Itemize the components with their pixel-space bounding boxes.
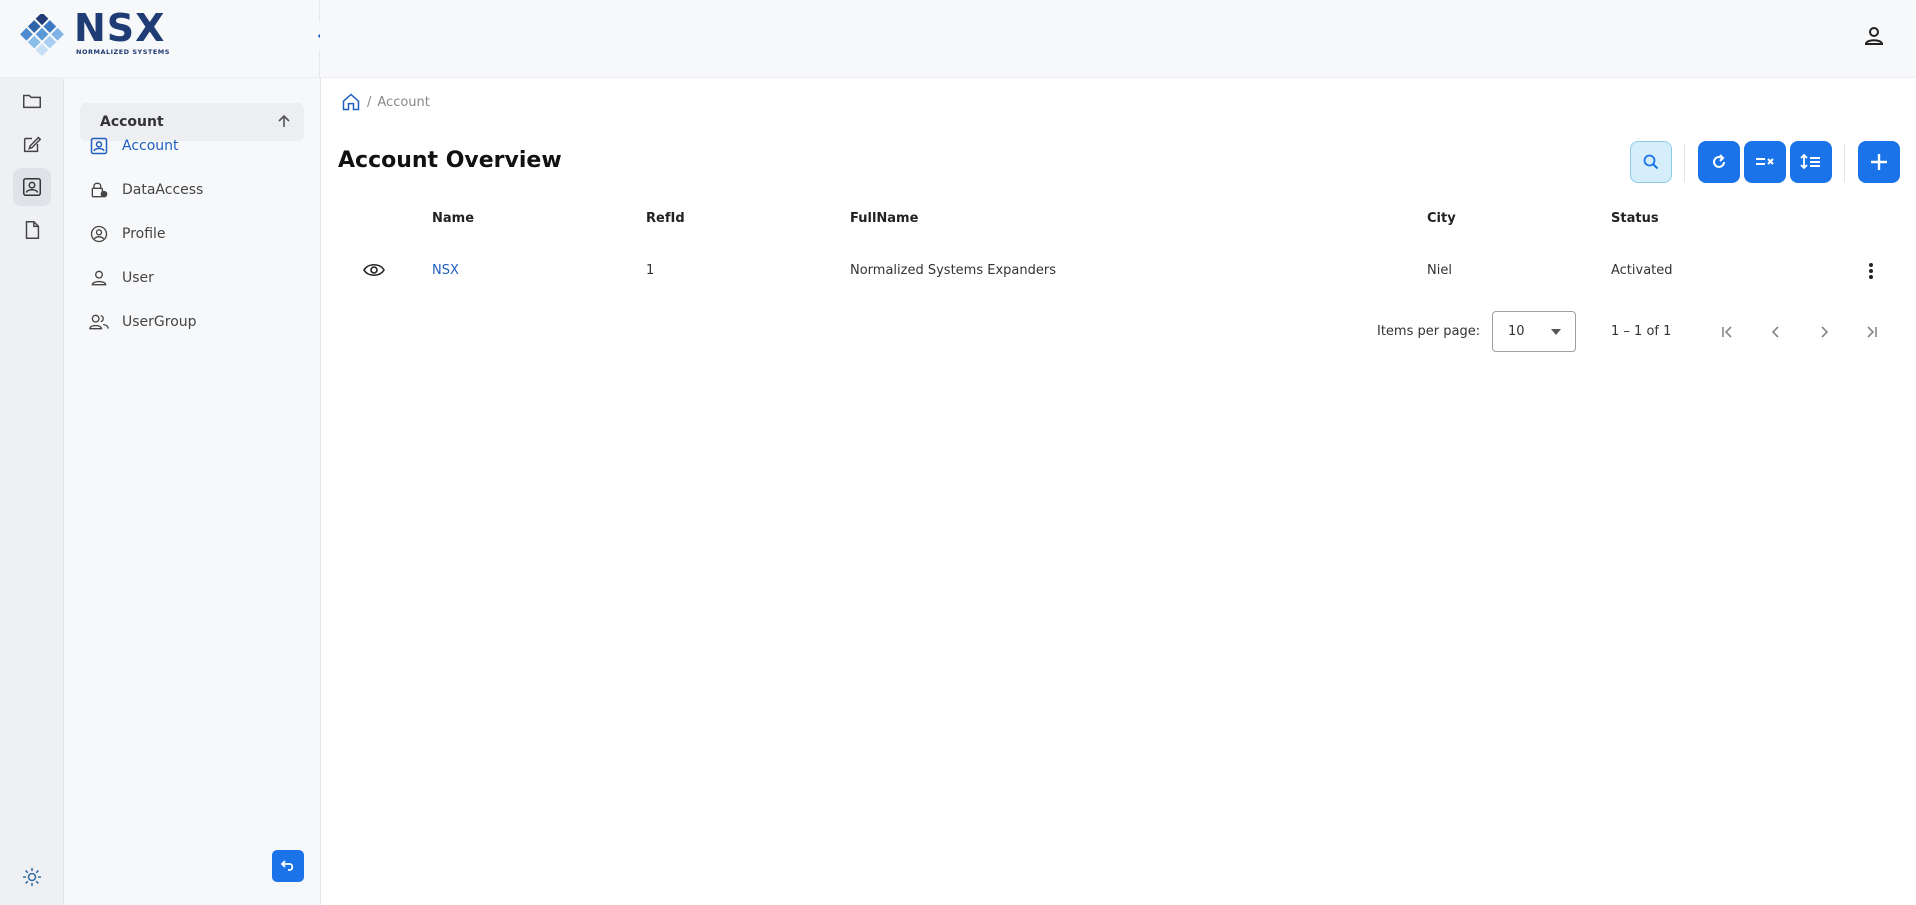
sidebar-item-label: DataAccess [122, 182, 204, 198]
lock-person-icon [88, 179, 110, 201]
last-page-button[interactable] [1859, 320, 1883, 344]
sidebar-item-user[interactable]: User [88, 264, 154, 292]
chevron-right-icon [1821, 326, 1829, 338]
column-header-city[interactable]: City [1427, 211, 1456, 226]
column-header-status[interactable]: Status [1611, 211, 1659, 226]
sidebar-item-profile[interactable]: Profile [88, 220, 166, 248]
back-button[interactable] [272, 850, 304, 882]
rail-item-document[interactable] [13, 211, 51, 249]
account-box-icon [88, 135, 110, 157]
add-icon [1871, 154, 1887, 170]
secondary-sidebar: Account Account DataAccess Profile User … [64, 78, 321, 905]
sort-icon [1800, 153, 1820, 170]
cell-status: Activated [1611, 263, 1673, 278]
search-button[interactable] [1630, 141, 1672, 183]
sidebar-item-account[interactable]: Account [88, 132, 179, 160]
next-page-button[interactable] [1812, 320, 1836, 344]
more-vert-icon [1869, 263, 1873, 279]
person-icon [1864, 27, 1884, 45]
filter-clear-icon [1756, 158, 1774, 165]
page-range-label: 1 – 1 of 1 [1611, 324, 1672, 339]
eye-icon [363, 263, 385, 277]
column-header-refid[interactable]: RefId [646, 211, 685, 226]
row-actions-button[interactable] [1866, 260, 1876, 282]
refresh-button[interactable] [1698, 141, 1740, 183]
sidebar-item-label: UserGroup [122, 314, 197, 330]
user-icon [88, 267, 110, 289]
table-header: Name RefId FullName City Status [321, 205, 1916, 235]
table-row[interactable]: NSX 1 Normalized Systems Expanders Niel … [321, 254, 1916, 288]
search-icon [1643, 154, 1659, 170]
logo-area: NSX NORMALIZED SYSTEMS [0, 0, 320, 78]
sidebar-item-label: User [122, 270, 154, 286]
items-per-page-select[interactable]: 10 [1492, 311, 1576, 352]
cell-city: Niel [1427, 263, 1452, 278]
settings-gear-icon [23, 868, 41, 886]
top-bar [320, 0, 1916, 78]
sidebar-item-usergroup[interactable]: UserGroup [88, 308, 197, 336]
items-per-page-value: 10 [1508, 324, 1525, 339]
account-box-icon [23, 178, 41, 196]
breadcrumb: / Account [341, 91, 430, 113]
refresh-icon [1713, 154, 1725, 168]
brand-name: NSX [74, 6, 166, 50]
nsx-logo-mark [20, 14, 64, 56]
clear-filter-button[interactable] [1744, 141, 1786, 183]
sidebar-item-dataaccess[interactable]: DataAccess [88, 176, 203, 204]
last-page-icon [1867, 326, 1877, 338]
breadcrumb-separator: / [367, 94, 372, 110]
home-icon[interactable] [341, 92, 361, 112]
previous-page-button[interactable] [1764, 320, 1788, 344]
sidebar-item-label: Account [122, 138, 179, 154]
first-page-button[interactable] [1716, 320, 1740, 344]
sort-button[interactable] [1790, 141, 1832, 183]
undo-arrow-icon [280, 860, 294, 871]
sidebar-item-label: Profile [122, 226, 166, 242]
rail-item-edit[interactable] [13, 125, 51, 163]
view-row-button[interactable] [363, 261, 385, 279]
cell-fullname: Normalized Systems Expanders [850, 263, 1056, 278]
folder-icon [23, 94, 41, 109]
edit-icon [23, 136, 42, 153]
page-title: Account Overview [338, 148, 562, 173]
first-page-icon [1722, 326, 1732, 338]
user-menu-button[interactable] [1862, 24, 1886, 48]
toolbar-divider [1844, 144, 1845, 182]
rail-item-account[interactable] [13, 168, 51, 206]
sidebar-section-title: Account [100, 114, 164, 130]
paginator: Items per page: 10 1 – 1 of 1 [321, 311, 1916, 353]
column-header-name[interactable]: Name [432, 211, 474, 226]
cell-name-link[interactable]: NSX [432, 263, 459, 278]
items-per-page-label: Items per page: [1377, 324, 1481, 339]
toolbar-divider [1684, 144, 1685, 182]
rail-item-folder[interactable] [13, 82, 51, 120]
rail-settings-button[interactable] [18, 863, 46, 891]
add-button[interactable] [1858, 141, 1900, 183]
dropdown-caret-icon [1551, 329, 1561, 335]
icon-rail [0, 78, 64, 905]
breadcrumb-current: Account [377, 94, 430, 110]
brand-tagline: NORMALIZED SYSTEMS [76, 48, 170, 56]
chevron-left-icon [1771, 326, 1779, 338]
cell-refid: 1 [646, 263, 655, 278]
profile-circle-icon [88, 223, 110, 245]
user-group-icon [88, 311, 110, 333]
main-content: / Account Account Overview Name RefId Fu… [321, 78, 1916, 905]
column-header-fullname[interactable]: FullName [850, 211, 918, 226]
arrow-up-icon [278, 114, 290, 127]
document-icon [25, 221, 40, 239]
